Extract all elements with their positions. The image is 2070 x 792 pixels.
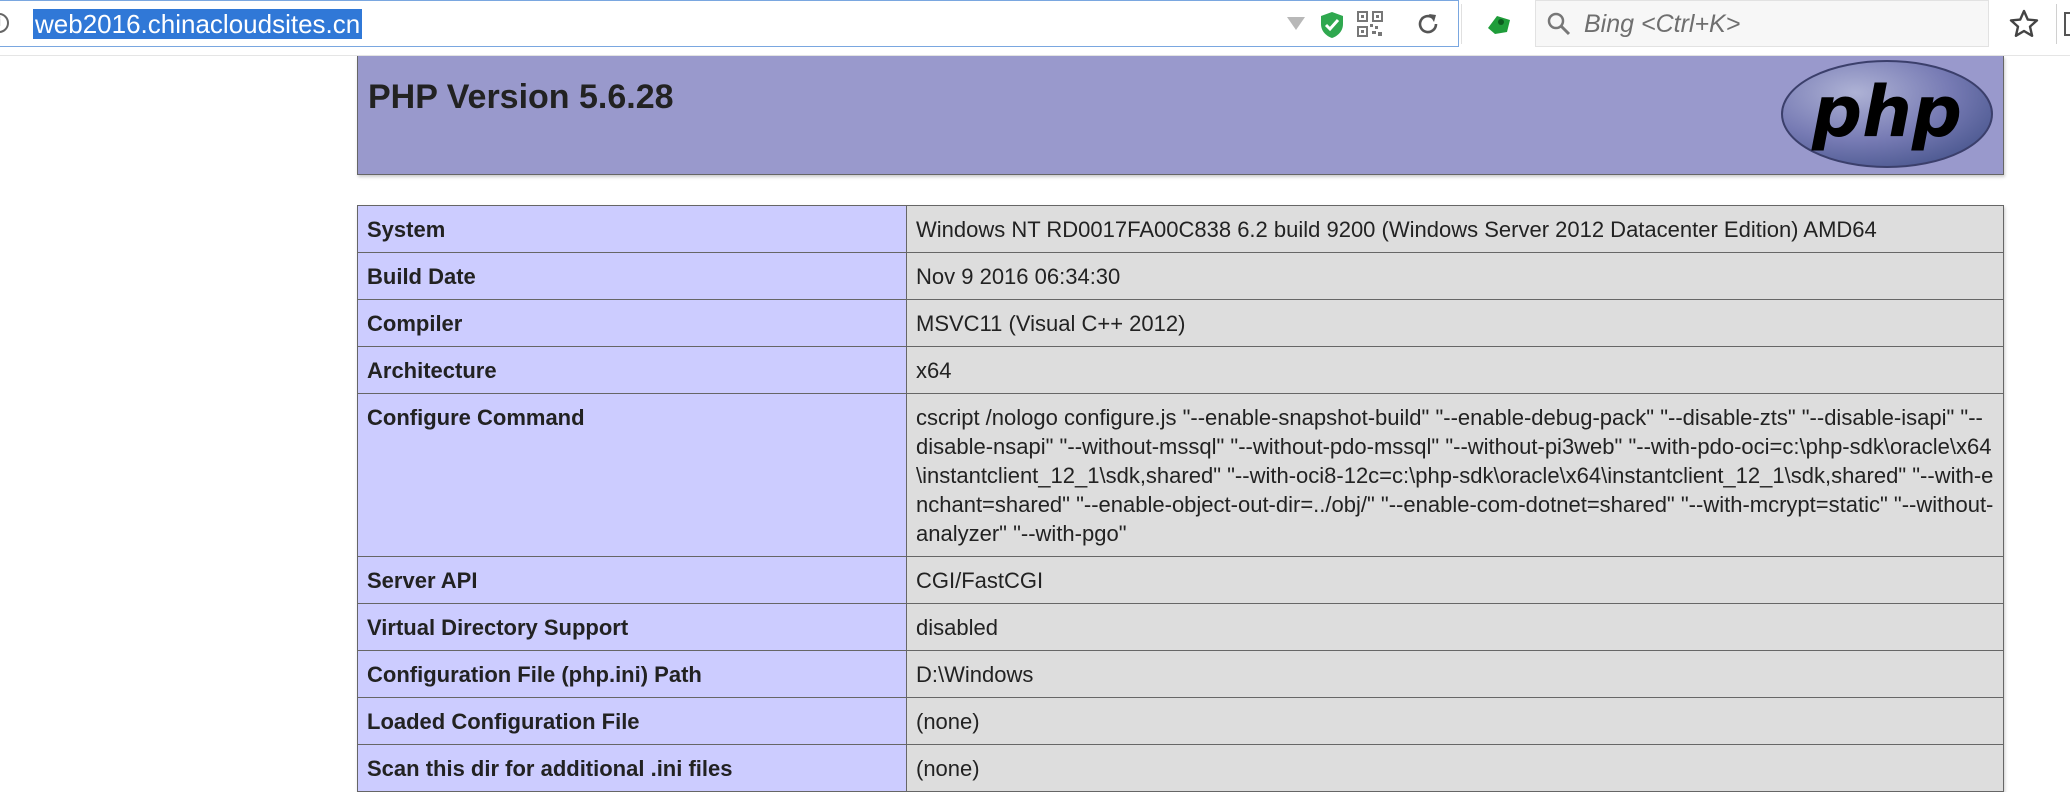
url-bar[interactable]: i web2016.chinacloudsites.cn [0,0,1459,47]
row-label: Scan this dir for additional .ini files [357,744,907,792]
table-row: Scan this dir for additional .ini files(… [357,744,2004,792]
toolbar-separator [1461,4,1462,44]
row-label: Architecture [357,346,907,394]
row-label: Configure Command [357,393,907,557]
row-value: (none) [906,697,2004,745]
row-label: Server API [357,556,907,604]
search-input[interactable]: Bing <Ctrl+K> [1584,9,1740,39]
url-input[interactable]: web2016.chinacloudsites.cn [33,9,363,39]
search-icon [1547,12,1571,36]
qr-code-icon[interactable] [1357,11,1383,37]
browser-toolbar: i web2016.chinacloudsites.cn [0,0,2070,56]
row-label: Compiler [357,299,907,347]
table-row: Loaded Configuration File (none) [357,697,2004,745]
row-value: cscript /nologo configure.js "--enable-s… [906,393,2004,557]
row-label: System [357,205,907,253]
row-value: x64 [906,346,2004,394]
reload-icon[interactable] [1415,11,1441,37]
svg-text:php: php [1811,71,1962,153]
star-icon[interactable] [2008,8,2040,40]
row-label: Virtual Directory Support [357,603,907,651]
row-value: MSVC11 (Visual C++ 2012) [906,299,2004,347]
php-info-table: System Windows NT RD0017FA00C838 6.2 buil… [357,205,2004,792]
table-row: Architecture x64 [357,346,2004,394]
table-row: Virtual Directory Support disabled [357,603,2004,651]
row-label: Build Date [357,252,907,300]
table-row: Configure Command cscript /nologo configu… [357,393,2004,557]
extension-icon[interactable] [1485,10,1513,38]
table-row: Server API CGI/FastCGI [357,556,2004,604]
row-label: Configuration File (php.ini) Path [357,650,907,698]
info-icon[interactable]: i [0,13,9,33]
php-logo: php [1781,60,1993,168]
chevron-down-icon[interactable] [1287,17,1305,30]
row-value: Nov 9 2016 06:34:30 [906,252,2004,300]
row-value: Windows NT RD0017FA00C838 6.2 build 9200… [906,205,2004,253]
shield-icon[interactable] [1319,11,1345,39]
table-row: Build Date Nov 9 2016 06:34:30 [357,252,2004,300]
row-label: Loaded Configuration File [357,697,907,745]
library-icon[interactable] [2064,12,2070,36]
search-bar[interactable]: Bing <Ctrl+K> [1535,0,1989,47]
php-header: PHP Version 5.6.28 php [357,56,2004,175]
row-value: disabled [906,603,2004,651]
table-row: Compiler MSVC11 (Visual C++ 2012) [357,299,2004,347]
row-value: CGI/FastCGI [906,556,2004,604]
page-title: PHP Version 5.6.28 [368,78,674,116]
table-row: System Windows NT RD0017FA00C838 6.2 buil… [357,205,2004,253]
toolbar-separator [2056,4,2057,44]
table-row: Configuration File (php.ini) Path D:\Wind… [357,650,2004,698]
row-value: D:\Windows [906,650,2004,698]
row-value: (none) [906,744,2004,792]
